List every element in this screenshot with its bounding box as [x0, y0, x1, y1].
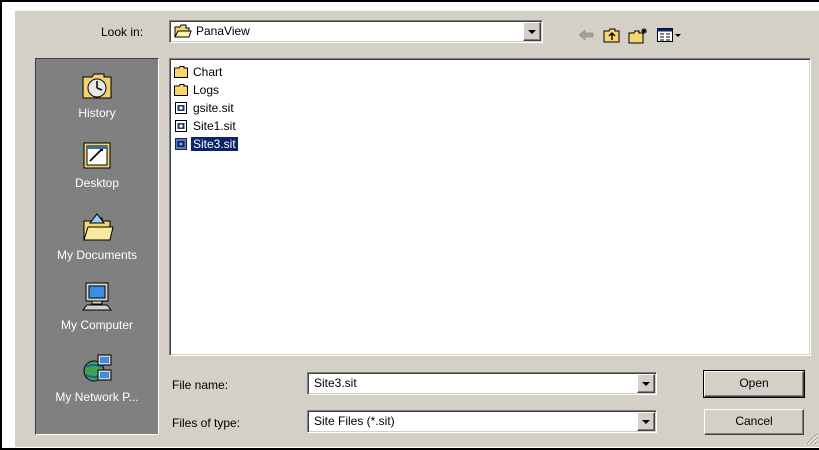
sit-file-icon — [175, 101, 187, 114]
new-folder-button[interactable] — [627, 25, 649, 45]
look-in-combo[interactable]: PanaView — [169, 20, 543, 43]
list-item-selected[interactable]: Site3.sit — [174, 135, 238, 152]
file-name-dropdown-button[interactable] — [637, 374, 655, 393]
file-name-text: Site3.sit — [191, 136, 238, 151]
files-of-type-select[interactable]: Site Files (*.sit) — [307, 410, 657, 433]
places-label-desktop: Desktop — [74, 176, 120, 190]
places-item-my-computer[interactable]: My Computer — [36, 281, 158, 332]
resize-grip-icon[interactable] — [806, 433, 818, 445]
list-item[interactable]: gsite.sit — [174, 99, 236, 116]
desktop-icon — [83, 142, 111, 169]
file-list[interactable]: Chart Logs gsite.sit Site1.sit Site3.sit — [169, 58, 811, 356]
places-bar: History Desktop My Documents My Computer… — [35, 58, 159, 435]
up-one-level-icon — [603, 28, 620, 42]
back-button[interactable] — [575, 25, 597, 45]
look-in-label: Look in: — [101, 25, 144, 39]
folder-icon — [174, 65, 188, 78]
up-one-level-button[interactable] — [601, 25, 623, 45]
new-folder-icon — [628, 27, 647, 43]
file-name-label: File name: — [172, 378, 229, 392]
places-label-my-computer: My Computer — [60, 318, 134, 332]
places-item-network-places[interactable]: My Network P... — [36, 353, 158, 404]
file-name-text: Site1.sit — [193, 118, 236, 133]
places-label-history: History — [78, 106, 116, 120]
list-item[interactable]: Chart — [174, 63, 224, 80]
chevron-down-icon — [642, 381, 650, 386]
my-computer-icon — [81, 282, 113, 311]
open-file-dialog: Look in: PanaView History Desktop My Doc… — [14, 10, 819, 447]
files-of-type-label: Files of type: — [172, 416, 241, 430]
file-name-value: Site3.sit — [314, 376, 357, 390]
places-item-my-documents[interactable]: My Documents — [36, 211, 158, 262]
open-button[interactable]: Open — [703, 370, 805, 398]
file-name-text: gsite.sit — [193, 100, 234, 115]
sit-file-icon — [175, 119, 187, 132]
file-name-text: Chart — [193, 64, 223, 79]
look-in-value: PanaView — [196, 24, 250, 38]
history-icon — [82, 73, 112, 99]
view-menu-button[interactable] — [655, 25, 683, 45]
file-name-text: Logs — [193, 82, 220, 97]
sit-file-icon — [175, 137, 187, 150]
view-dropdown-chevron-icon — [675, 33, 681, 37]
cancel-button[interactable]: Cancel — [704, 409, 804, 435]
files-of-type-value: Site Files (*.sit) — [314, 414, 395, 428]
chevron-down-icon — [642, 419, 650, 424]
chevron-down-icon — [528, 29, 536, 34]
places-item-history[interactable]: History — [36, 69, 158, 120]
back-arrow-icon — [578, 29, 594, 41]
files-of-type-dropdown-button[interactable] — [637, 412, 655, 431]
open-folder-icon — [174, 24, 192, 38]
network-places-icon — [83, 354, 112, 382]
folder-icon — [174, 83, 188, 96]
look-in-dropdown-button[interactable] — [523, 22, 541, 41]
places-item-desktop[interactable]: Desktop — [36, 139, 158, 190]
list-item[interactable]: Logs — [174, 81, 221, 98]
places-label-network-places: My Network P... — [55, 390, 139, 404]
my-documents-icon — [83, 213, 114, 241]
list-item[interactable]: Site1.sit — [174, 117, 238, 134]
view-menu-icon — [657, 28, 673, 42]
file-name-input[interactable]: Site3.sit — [307, 372, 657, 395]
places-label-my-documents: My Documents — [56, 248, 138, 262]
